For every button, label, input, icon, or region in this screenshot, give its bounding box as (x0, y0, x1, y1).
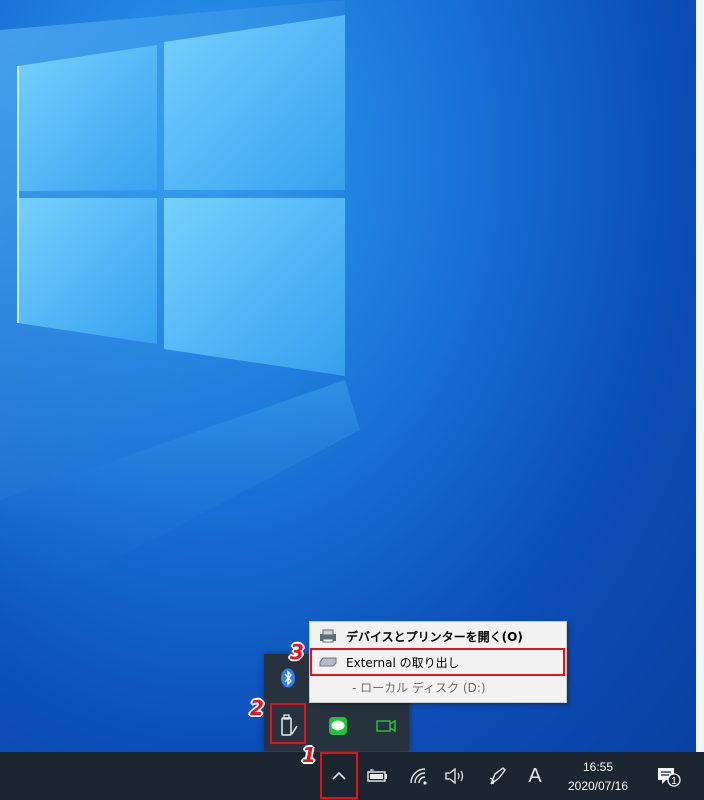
wifi-icon[interactable] (404, 752, 434, 800)
clock[interactable]: 16:55 2020/07/16 (552, 752, 644, 800)
volume-icon[interactable] (440, 752, 470, 800)
menu-item-label: デバイスとプリンターを開く(O) (346, 629, 523, 644)
ime-mode-indicator[interactable]: A (522, 752, 548, 800)
clock-date: 2020/07/16 (567, 779, 629, 793)
annotation-box-3 (310, 648, 565, 676)
annotation-number-2: 2 (250, 696, 264, 720)
window-edge (696, 0, 704, 752)
annotation-box-1 (320, 752, 358, 799)
clock-time: 16:55 (582, 760, 614, 774)
annotation-number-1: 1 (302, 743, 316, 767)
ime-label: A (528, 764, 542, 787)
action-center-button[interactable]: 1 (648, 752, 688, 800)
annotation-box-2 (270, 703, 306, 744)
bluetooth-icon[interactable] (270, 660, 306, 696)
notification-icon: 1 (658, 768, 681, 787)
line-app-icon[interactable] (320, 708, 356, 744)
menu-item-open-devices-printers[interactable]: デバイスとプリンターを開く(O) (310, 624, 566, 648)
menu-item-local-disk: - ローカル ディスク (D:) (310, 675, 566, 699)
battery-icon[interactable] (362, 752, 392, 800)
pen-icon[interactable] (482, 752, 512, 800)
camera-icon[interactable] (368, 708, 404, 744)
devices-printers-icon (316, 629, 340, 643)
notification-badge: 1 (671, 776, 677, 787)
menu-item-label: - ローカル ディスク (D:) (352, 680, 486, 695)
annotation-number-3: 3 (290, 640, 304, 664)
